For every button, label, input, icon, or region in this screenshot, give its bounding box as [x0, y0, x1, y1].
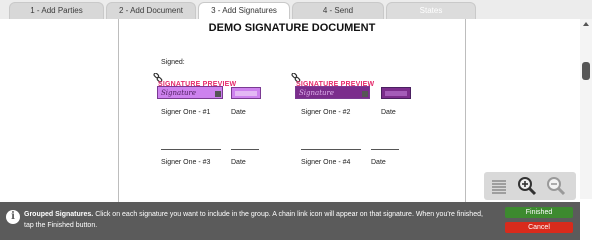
tab-bar: 1 - Add Parties 2 - Add Document 3 - Add… [0, 0, 592, 19]
vertical-scrollbar[interactable] [580, 19, 592, 199]
signer-label-1: Signer One - #1 [161, 109, 211, 116]
date-label-4: Date [371, 159, 386, 166]
info-icon: i [6, 210, 20, 224]
signature-field-1[interactable]: SIGNATURE PREVIEW Signature [157, 81, 236, 99]
date-label-3: Date [231, 159, 246, 166]
zoom-controls [484, 172, 576, 200]
signature-preview-text: SIGNATURE PREVIEW [158, 81, 237, 88]
cancel-button[interactable]: Cancel [505, 222, 573, 233]
date-label-1: Date [231, 109, 246, 116]
instruction-heading: Grouped Signatures. [24, 211, 94, 218]
tab-add-parties[interactable]: 1 - Add Parties [9, 2, 104, 19]
signature-script: Signature [299, 89, 335, 97]
signer-label-4: Signer One - #4 [301, 159, 351, 166]
signature-preview-text: SIGNATURE PREVIEW [296, 81, 375, 88]
instruction-bar: i Grouped Signatures. Click on each sign… [0, 202, 580, 240]
instruction-body: Click on each signature you want to incl… [24, 211, 483, 229]
signed-label: Signed: [161, 59, 185, 66]
date-field-2[interactable] [381, 87, 411, 99]
date-field-1[interactable] [231, 87, 261, 99]
scroll-thumb[interactable] [582, 62, 590, 80]
signature-line-3 [161, 149, 221, 150]
tab-states: States [386, 2, 476, 19]
signer-label-3: Signer One - #3 [161, 159, 211, 166]
tab-send[interactable]: 4 - Send [292, 2, 384, 19]
resize-handle-icon[interactable] [362, 91, 368, 97]
zoom-in-icon[interactable] [516, 175, 538, 197]
date-label-2: Date [381, 109, 396, 116]
resize-handle-icon[interactable] [215, 91, 221, 97]
tab-add-document[interactable]: 2 - Add Document [106, 2, 196, 19]
lines-icon[interactable] [488, 175, 510, 197]
date-line-4 [371, 149, 399, 150]
finished-button[interactable]: Finished [505, 207, 573, 218]
tab-add-signatures[interactable]: 3 - Add Signatures [198, 2, 290, 19]
signature-field-2[interactable]: SIGNATURE PREVIEW Signature [295, 81, 374, 99]
signature-line-4 [301, 149, 361, 150]
date-line-3 [231, 149, 259, 150]
instruction-text: Grouped Signatures. Click on each signat… [24, 209, 494, 231]
scroll-up-icon[interactable] [583, 22, 589, 26]
signature-script: Signature [161, 89, 197, 97]
document-title: DEMO SIGNATURE DOCUMENT [208, 22, 376, 34]
zoom-out-icon[interactable] [545, 175, 567, 197]
signer-label-2: Signer One - #2 [301, 109, 351, 116]
